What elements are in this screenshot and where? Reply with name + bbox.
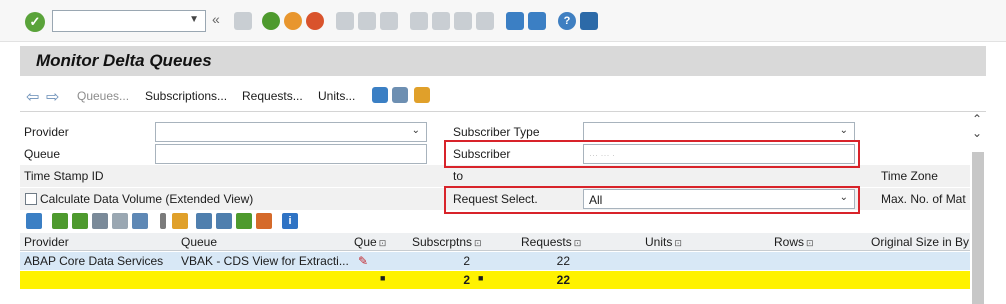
collapse-toolbar-icon[interactable]: « <box>212 11 220 27</box>
queue-input[interactable] <box>155 144 427 164</box>
queue-label: Queue <box>24 147 61 161</box>
help-icon[interactable]: ? <box>558 12 576 30</box>
system-toolbar: ✓ ▼ « ? <box>0 0 1006 42</box>
total-subscriptions: 2 <box>463 273 470 287</box>
cancel-icon[interactable] <box>306 12 324 30</box>
scroll-up-icon[interactable]: ⌃ <box>972 112 982 126</box>
chevron-down-icon[interactable]: ⌄ <box>412 125 420 136</box>
find-icon[interactable] <box>358 12 376 30</box>
export-icon[interactable] <box>236 213 252 229</box>
find-next-icon[interactable] <box>380 12 398 30</box>
provider-label: Provider <box>24 125 69 139</box>
details-icon[interactable] <box>26 213 42 229</box>
page-title: Monitor Delta Queues <box>36 51 212 70</box>
chevron-down-icon[interactable]: ⌄ <box>840 125 848 136</box>
views-icon[interactable] <box>216 213 232 229</box>
column-header-label: Rows <box>774 235 805 249</box>
sort-ascending-icon[interactable] <box>52 213 68 229</box>
cell-subscriptions: 2 <box>463 254 470 268</box>
column-header-label: Requests <box>521 235 572 249</box>
subscriber-type-dropdown[interactable]: ⌄ <box>583 122 855 142</box>
scrollbar-thumb[interactable] <box>972 152 984 304</box>
requests-button[interactable]: Requests... <box>242 89 303 103</box>
column-sort-icon: ⊡ <box>573 238 582 248</box>
total-requests: 22 <box>556 273 570 287</box>
last-page-icon[interactable] <box>476 12 494 30</box>
column-header[interactable]: Queue <box>181 235 217 249</box>
total-marker-icon: ■ <box>478 273 484 283</box>
grid-toolbar: i <box>20 211 970 233</box>
max-no-label: Max. No. of Mat <box>881 192 966 206</box>
column-header[interactable]: Requests ⊡ <box>521 235 581 249</box>
provider-dropdown[interactable]: ⌄ <box>155 122 427 142</box>
find-next-icon[interactable] <box>112 213 128 229</box>
timestamp-label: Time Stamp ID <box>24 169 104 183</box>
subscriptions-button[interactable]: Subscriptions... <box>145 89 227 103</box>
total-marker-icon: ■ <box>380 273 386 283</box>
info-icon[interactable]: i <box>282 213 298 229</box>
subscriber-type-label: Subscriber Type <box>453 125 540 139</box>
arrow-left-icon[interactable]: ⇦ <box>26 87 39 107</box>
cell-requests: 22 <box>556 254 570 268</box>
title-bar: Monitor Delta Queues <box>20 46 986 76</box>
cell-provider: ABAP Core Data Services <box>24 254 164 268</box>
print-icon[interactable] <box>336 12 354 30</box>
highlight-subscriber-box <box>444 140 860 168</box>
new-session-icon[interactable] <box>506 12 524 30</box>
find-icon[interactable] <box>92 213 108 229</box>
layout-icon[interactable] <box>256 213 272 229</box>
cell-queue: VBAK - CDS View for Extracti... <box>181 254 349 268</box>
save-icon[interactable] <box>234 12 252 30</box>
column-header-label: Units <box>645 235 673 249</box>
back-icon[interactable] <box>262 12 280 30</box>
column-header[interactable]: Rows ⊡ <box>774 235 814 249</box>
arrow-right-icon[interactable]: ⇨ <box>46 87 59 107</box>
to-label: to <box>453 169 464 183</box>
column-header[interactable]: Subscrptns ⊡ <box>412 235 482 249</box>
column-header-label: Que <box>354 235 377 249</box>
column-sort-icon: ⊡ <box>674 238 682 248</box>
filter-icon[interactable] <box>132 213 148 229</box>
column-header[interactable]: Provider <box>24 235 69 249</box>
column-sort-icon: ⊡ <box>806 238 814 248</box>
calc-volume-label: Calculate Data Volume (Extended View) <box>40 192 254 206</box>
column-sort-icon: ⊡ <box>474 238 482 248</box>
grid-header: Provider Queue Que ⊡ Subscrptns ⊡ Requests… <box>20 233 970 251</box>
enter-check-icon[interactable]: ✓ <box>25 12 45 32</box>
exit-icon[interactable] <box>284 12 302 30</box>
previous-page-icon[interactable] <box>432 12 450 30</box>
calc-volume-checkbox[interactable] <box>25 193 37 205</box>
totals-row: ■ 2 ■ 22 <box>20 271 970 289</box>
first-page-icon[interactable] <box>410 12 428 30</box>
settings-tools-icon[interactable] <box>392 87 408 103</box>
column-header[interactable]: Units ⊡ <box>645 235 682 249</box>
highlight-request-select-box <box>444 186 860 214</box>
column-sort-icon: ⊡ <box>378 238 387 248</box>
queues-button[interactable]: Queues... <box>77 89 129 103</box>
layout-monitor-icon[interactable] <box>580 12 598 30</box>
form-row-timestamp: Time Stamp ID to Time Zone <box>20 165 970 187</box>
sort-descending-icon[interactable] <box>72 213 88 229</box>
scroll-down-icon[interactable]: ⌄ <box>972 126 982 140</box>
column-header-label: Subscrptns <box>412 235 473 249</box>
menu-dots-icon[interactable] <box>160 213 166 229</box>
next-page-icon[interactable] <box>454 12 472 30</box>
vertical-scrollbar[interactable]: ⌃ ⌄ <box>970 112 986 304</box>
command-field[interactable]: ▼ <box>52 10 206 32</box>
units-button[interactable]: Units... <box>318 89 355 103</box>
edit-pencil-icon[interactable]: ✎ <box>358 254 368 268</box>
shortcut-icon[interactable] <box>528 12 546 30</box>
total-icon[interactable] <box>172 213 188 229</box>
refresh-icon[interactable] <box>372 87 388 103</box>
table-row[interactable]: ABAP Core Data Services VBAK - CDS View … <box>20 252 970 270</box>
chevron-down-icon[interactable]: ▼ <box>189 14 199 25</box>
print-preview-icon[interactable] <box>196 213 212 229</box>
timezone-label: Time Zone <box>881 169 938 183</box>
transport-icon[interactable] <box>414 87 430 103</box>
column-header[interactable]: Original Size in By <box>871 235 969 249</box>
application-toolbar: ⇦ ⇨ Queues... Subscriptions... Requests.… <box>20 80 986 112</box>
column-header[interactable]: Que ⊡ <box>354 235 386 249</box>
